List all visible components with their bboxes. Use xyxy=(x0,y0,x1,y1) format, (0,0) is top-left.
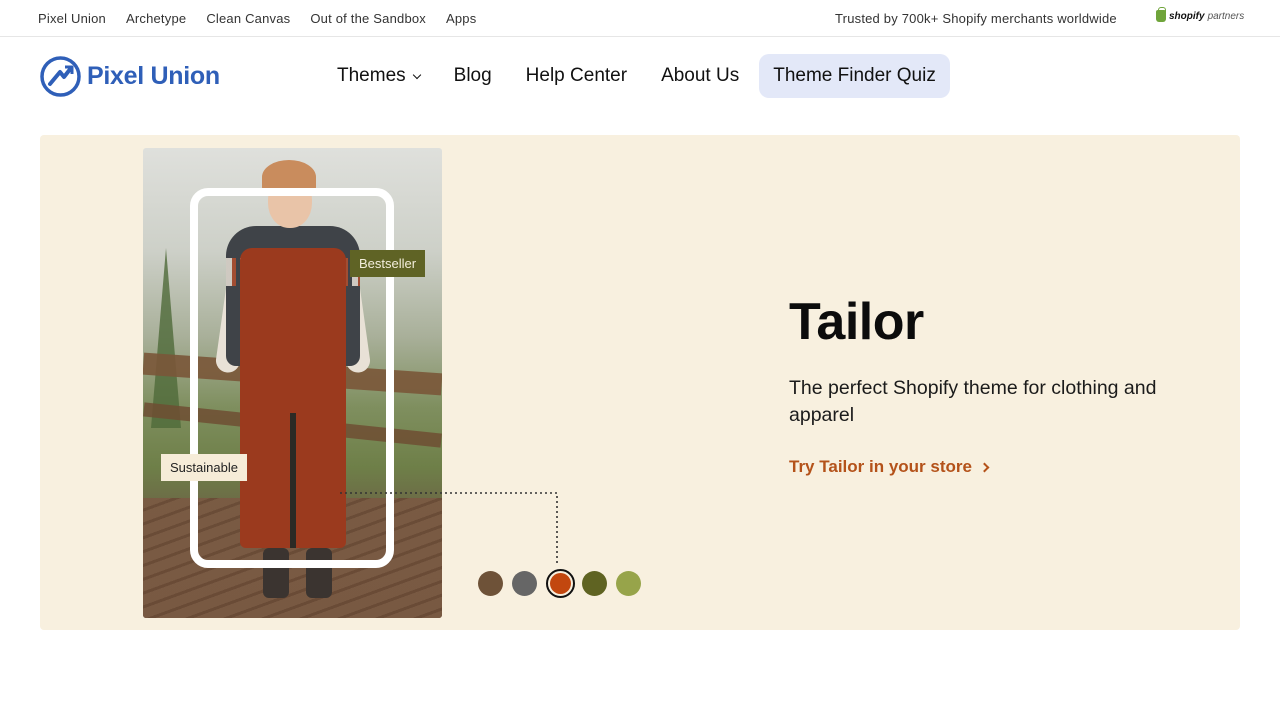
try-tailor-link[interactable]: Try Tailor in your store xyxy=(789,457,990,477)
trusted-text: Trusted by 700k+ Shopify merchants world… xyxy=(835,11,1117,26)
pixel-union-logo-icon xyxy=(40,56,81,97)
nav-help-center[interactable]: Help Center xyxy=(512,54,641,98)
color-swatches xyxy=(478,568,650,598)
site-logo[interactable]: Pixel Union xyxy=(40,56,220,97)
logo-text: Pixel Union xyxy=(87,62,220,90)
main-nav: Themes Blog Help Center About Us Theme F… xyxy=(323,54,956,98)
partners-wordmark: partners xyxy=(1207,10,1245,22)
shopify-bag-icon xyxy=(1156,7,1166,22)
chevron-down-icon xyxy=(412,70,421,80)
utility-bar: Pixel Union Archetype Clean Canvas Out o… xyxy=(0,0,1280,37)
hero-title: Tailor xyxy=(789,293,924,351)
color-swatch[interactable] xyxy=(478,570,503,596)
hero-banner: Bestseller Sustainable Tailor The perfec… xyxy=(40,135,1240,630)
color-swatch[interactable] xyxy=(512,570,537,596)
shopify-wordmark: shopify xyxy=(1169,10,1205,22)
nav-blog[interactable]: Blog xyxy=(440,54,506,98)
utility-link-out-of-the-sandbox[interactable]: Out of the Sandbox xyxy=(310,11,426,26)
nav-themes-label: Themes xyxy=(337,65,406,86)
utility-link-clean-canvas[interactable]: Clean Canvas xyxy=(206,11,290,26)
shopify-partners-badge[interactable]: shopify partners xyxy=(1156,7,1245,22)
nav-theme-finder-quiz[interactable]: Theme Finder Quiz xyxy=(759,54,950,98)
nav-themes[interactable]: Themes xyxy=(323,54,434,98)
color-swatch[interactable] xyxy=(546,568,575,598)
utility-link-archetype[interactable]: Archetype xyxy=(126,11,186,26)
utility-links: Pixel Union Archetype Clean Canvas Out o… xyxy=(38,0,496,37)
utility-link-apps[interactable]: Apps xyxy=(446,11,476,26)
chevron-right-icon xyxy=(979,462,990,472)
hero-subtitle: The perfect Shopify theme for clothing a… xyxy=(789,377,1157,426)
color-swatch[interactable] xyxy=(582,570,607,596)
swatch-connector-line xyxy=(340,492,558,563)
try-tailor-label: Try Tailor in your store xyxy=(789,457,972,476)
utility-link-pixel-union[interactable]: Pixel Union xyxy=(38,11,106,26)
color-swatch[interactable] xyxy=(616,570,641,596)
nav-about-us[interactable]: About Us xyxy=(647,54,753,98)
